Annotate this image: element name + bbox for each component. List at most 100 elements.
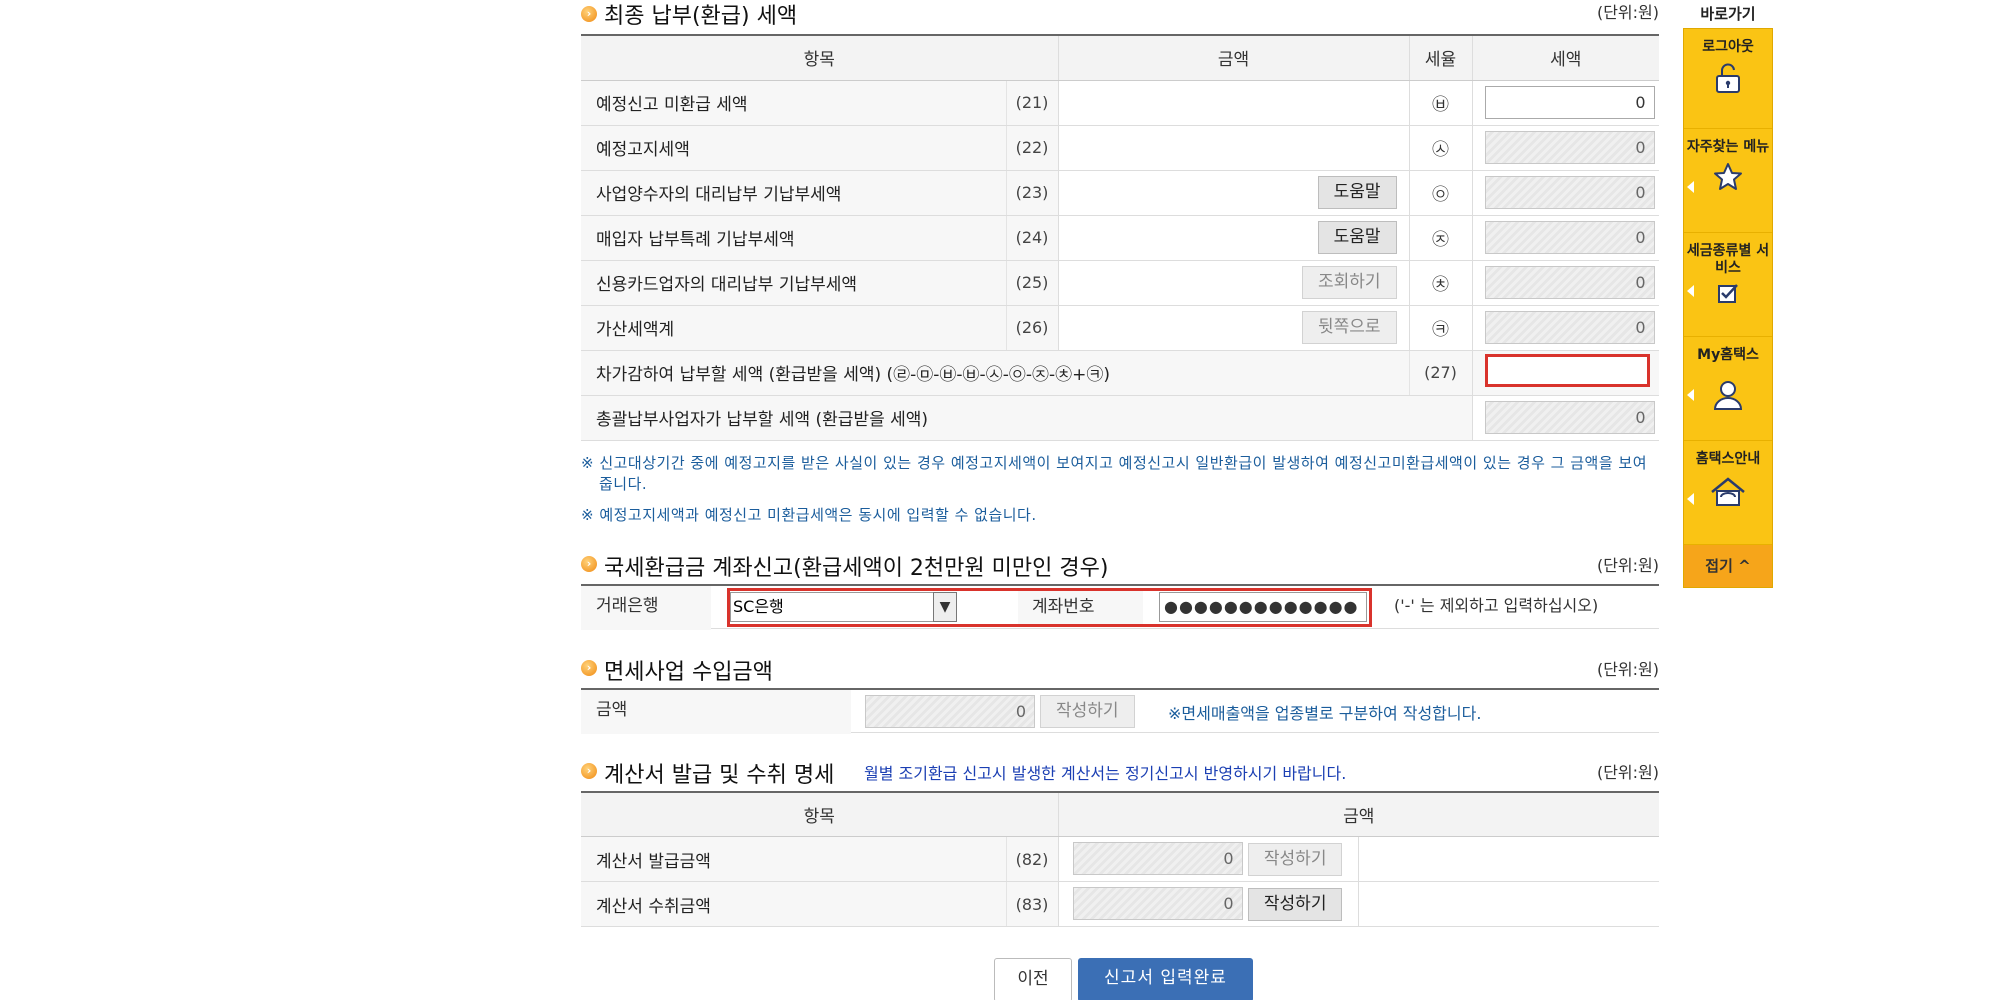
table-row: 사업양수자의 대리납부 기납부세액 (23) 도움말 ㉧ 0 bbox=[581, 170, 1659, 216]
taxfree-amount-label: 금액 bbox=[581, 689, 851, 734]
row-rate: ㉪ bbox=[1408, 305, 1472, 351]
refund-title: 국세환급금 계좌신고(환급세액이 2천만원 미만인 경우) bbox=[604, 555, 1109, 581]
row-tax-cell: 0 bbox=[1471, 260, 1659, 306]
submit-complete-button[interactable]: 신고서 입력완료 bbox=[1078, 958, 1253, 1000]
col-header-item: 항목 bbox=[581, 791, 1058, 837]
row-label: 차가감하여 납부할 세액 (환급받을 세액) (㉣-㉤-㉥-㉥-㉦-㉧-㉨-㉩+… bbox=[581, 350, 1409, 396]
col-header-amount: 금액 bbox=[1057, 35, 1409, 81]
user-icon bbox=[1713, 381, 1743, 410]
table-row: 가산세액계 (26) 뒷쪽으로 ㉪ 0 bbox=[581, 305, 1659, 351]
row-tax-cell: 0 bbox=[1471, 80, 1659, 126]
help-button[interactable]: 도움말 bbox=[1317, 221, 1397, 254]
star-icon bbox=[1714, 163, 1742, 190]
back-page-button[interactable]: 뒷쪽으로 bbox=[1301, 311, 1397, 344]
invoice-amount-input: 0 bbox=[1072, 887, 1243, 920]
tax-input-disabled: 0 bbox=[1484, 221, 1655, 254]
cell-divider bbox=[1357, 882, 1359, 926]
lookup-button[interactable]: 조회하기 bbox=[1301, 266, 1397, 299]
quick-item-label: 세금종류별 서비스 bbox=[1686, 243, 1770, 276]
account-number-input[interactable]: ●●●●●●●●●●●●● bbox=[1159, 591, 1367, 622]
unit-label: (단위:원) bbox=[1596, 659, 1659, 679]
expand-left-icon bbox=[1687, 388, 1694, 401]
row-tax-cell: 0 bbox=[1471, 170, 1659, 216]
final-tax-notes: ※ 신고대상기간 중에 예정고지를 받은 사실이 있는 경우 예정고지세액이 보… bbox=[581, 453, 1659, 526]
final-tax-header: › 최종 납부(환급) 세액 (단위:원) bbox=[581, 0, 1659, 34]
quick-menu-header: 바로가기 bbox=[1700, 5, 1756, 23]
prev-button[interactable]: 이전 bbox=[994, 958, 1072, 1000]
table-row: 예정고지세액 (22) ㉦ 0 bbox=[581, 125, 1659, 171]
row-label: 매입자 납부특례 기납부세액 bbox=[581, 215, 1006, 261]
col-header-rate: 세율 bbox=[1408, 35, 1472, 81]
quick-item-guide[interactable]: 홈택스안내 bbox=[1684, 441, 1772, 545]
invoice-amount-input: 0 bbox=[1072, 842, 1243, 875]
row-label: 계산서 발급금액 bbox=[581, 836, 1006, 882]
main-content: › 최종 납부(환급) 세액 (단위:원) 항목 금액 세율 세액 예정신고 미… bbox=[581, 0, 1659, 927]
quick-item-label: 로그아웃 bbox=[1702, 39, 1754, 55]
tax-input-disabled: 0 bbox=[1484, 131, 1655, 164]
row-label: 가산세액계 bbox=[581, 305, 1006, 351]
taxfree-title: 면세사업 수입금액 bbox=[604, 659, 773, 685]
payable-tax-field[interactable] bbox=[1484, 353, 1650, 387]
taxfree-amount-input: 0 bbox=[865, 694, 1035, 728]
row-tax-cell: 0 bbox=[1471, 215, 1659, 261]
quick-item-favorites[interactable]: 자주찾는 메뉴 bbox=[1684, 129, 1772, 233]
row-code: (21) bbox=[1005, 80, 1058, 126]
expand-left-icon bbox=[1687, 180, 1694, 193]
invoice-write-button[interactable]: 작성하기 bbox=[1247, 843, 1343, 876]
quick-item-tax-services[interactable]: 세금종류별 서비스 bbox=[1684, 233, 1772, 337]
row-amount bbox=[1057, 80, 1409, 126]
table-row: 매입자 납부특례 기납부세액 (24) 도움말 ㉨ 0 bbox=[581, 215, 1659, 261]
row-code: (27) bbox=[1408, 350, 1472, 396]
row-rate: ㉩ bbox=[1408, 260, 1472, 306]
taxfree-write-button[interactable]: 작성하기 bbox=[1040, 694, 1135, 728]
row-label: 계산서 수취금액 bbox=[581, 881, 1006, 927]
table-row: 예정신고 미환급 세액 (21) ㉥ 0 bbox=[581, 80, 1659, 126]
row-code: (22) bbox=[1005, 125, 1058, 171]
tax-input-disabled: 0 bbox=[1484, 311, 1655, 344]
row-code: (25) bbox=[1005, 260, 1058, 306]
unit-label: (단위:원) bbox=[1596, 762, 1659, 782]
invoice-table: 항목 금액 계산서 발급금액 (82) 0 작성하기 계산서 수취금액 (83)… bbox=[581, 790, 1659, 927]
row-label: 신용카드업자의 대리납부 기납부세액 bbox=[581, 260, 1006, 306]
fold-button[interactable]: 접기 ^ bbox=[1684, 545, 1772, 587]
row-label: 총괄납부사업자가 납부할 세액 (환급받을 세액) bbox=[581, 395, 1472, 441]
row-amount-cell: 0 작성하기 bbox=[1057, 881, 1659, 927]
row-rate: ㉧ bbox=[1408, 170, 1472, 216]
row-rate: ㉦ bbox=[1408, 125, 1472, 171]
tax-input-disabled: 0 bbox=[1484, 401, 1655, 434]
bank-select[interactable]: SC은행 bbox=[730, 591, 957, 622]
row-amount-cell: 0 작성하기 bbox=[1057, 836, 1659, 882]
row-code: (83) bbox=[1005, 881, 1058, 927]
quick-menu: 바로가기 로그아웃 자주찾는 메뉴 세금종류별 서비스 My홈택스 홈택스안내 … bbox=[1683, 0, 1773, 588]
row-code: (82) bbox=[1005, 836, 1058, 882]
quick-item-my-hometax[interactable]: My홈택스 bbox=[1684, 337, 1772, 441]
row-code: (26) bbox=[1005, 305, 1058, 351]
tax-input-disabled: 0 bbox=[1484, 266, 1655, 299]
chevron-down-icon[interactable]: ▼ bbox=[933, 591, 957, 622]
row-tax-cell: 0 bbox=[1471, 395, 1659, 441]
expand-left-icon bbox=[1687, 492, 1694, 505]
bullet-icon: › bbox=[581, 762, 597, 779]
row-label: 예정신고 미환급 세액 bbox=[581, 80, 1006, 126]
row-code: (23) bbox=[1005, 170, 1058, 216]
row-rate: ㉨ bbox=[1408, 215, 1472, 261]
row-label: 사업양수자의 대리납부 기납부세액 bbox=[581, 170, 1006, 216]
table-row-27: 차가감하여 납부할 세액 (환급받을 세액) (㉣-㉤-㉥-㉥-㉦-㉧-㉨-㉩+… bbox=[581, 350, 1659, 396]
bullet-icon: › bbox=[581, 555, 597, 572]
taxfree-note: ※면세매출액을 업종별로 구분하여 작성합니다. bbox=[1168, 703, 1482, 723]
home-icon bbox=[1711, 477, 1745, 506]
col-header-tax: 세액 bbox=[1471, 35, 1659, 81]
invoice-write-button[interactable]: 작성하기 bbox=[1247, 888, 1343, 921]
quick-item-label: 홈택스안내 bbox=[1695, 451, 1761, 467]
note-text: ※ 예정고지세액과 예정신고 미환급세액은 동시에 입력할 수 없습니다. bbox=[581, 505, 1037, 524]
quick-item-label: My홈택스 bbox=[1697, 347, 1759, 363]
quick-menu-body: 로그아웃 자주찾는 메뉴 세금종류별 서비스 My홈택스 홈택스안내 접기 ^ bbox=[1683, 28, 1773, 588]
table-row: 계산서 수취금액 (83) 0 작성하기 bbox=[581, 881, 1659, 927]
row-label: 예정고지세액 bbox=[581, 125, 1006, 171]
quick-item-logout[interactable]: 로그아웃 bbox=[1684, 29, 1772, 129]
row-amount: 도움말 bbox=[1057, 170, 1409, 216]
tax-input[interactable]: 0 bbox=[1484, 86, 1655, 119]
table-row: 신용카드업자의 대리납부 기납부세액 (25) 조회하기 ㉩ 0 bbox=[581, 260, 1659, 306]
help-button[interactable]: 도움말 bbox=[1317, 176, 1397, 209]
invoice-title: 계산서 발급 및 수취 명세 bbox=[604, 762, 835, 788]
